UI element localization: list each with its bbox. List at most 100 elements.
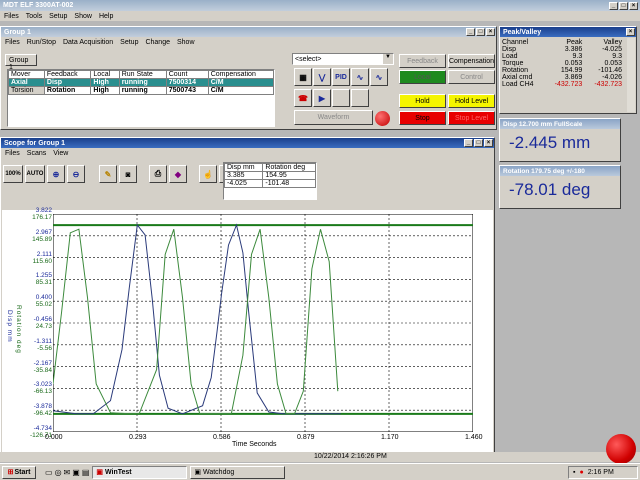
y-tick-label-rotation: 85.31 (35, 279, 52, 287)
stop-button[interactable]: Stop (399, 111, 446, 125)
record-icon[interactable]: ● (579, 469, 583, 476)
col-rotation: Rotation deg (262, 163, 316, 172)
grid-icon[interactable]: ▦ (294, 68, 312, 86)
menu-help[interactable]: Help (99, 13, 113, 20)
cell: 3.385 (223, 171, 264, 180)
zoom-100-button[interactable]: 100% (3, 165, 23, 183)
desktop-icon[interactable]: ▭ (45, 468, 53, 477)
zoom-out-icon[interactable]: ⊖ (67, 165, 85, 183)
close-icon[interactable]: × (626, 28, 635, 36)
maximize-icon[interactable]: □ (476, 28, 485, 36)
outlook-icon[interactable]: ✉ (64, 468, 71, 477)
menu-files[interactable]: Files (5, 150, 20, 157)
cursor-hand-icon[interactable]: ☝ (199, 165, 217, 183)
hold-button[interactable]: Hold (399, 94, 446, 108)
emergency-stop-button[interactable] (606, 434, 636, 464)
cell: 3.386 (564, 46, 583, 53)
y-tick-label-disp: -3.878 (33, 403, 52, 411)
plot-panel: Disp mm Rotation deg 3.822 176.17 2.967 145… (2, 207, 493, 458)
x-axis-label: Time Seconds (232, 441, 277, 448)
triangle-wave-icon[interactable]: ⋁ (313, 68, 331, 86)
col-mover[interactable]: Mover (8, 70, 45, 79)
menu-show[interactable]: Show (74, 13, 92, 20)
minimize-icon[interactable]: _ (466, 28, 475, 36)
col-peak: Peak (566, 39, 583, 46)
cell: 154.99 (560, 67, 583, 74)
local-button[interactable]: Local (399, 70, 446, 84)
minimize-icon[interactable]: _ (609, 1, 618, 10)
waveform-button[interactable]: Waveform (294, 110, 373, 125)
maximize-icon[interactable]: □ (619, 1, 628, 10)
menu-scans[interactable]: Scans (27, 150, 46, 157)
table-row[interactable]: Torsion Rotation High running 7500743 C/… (8, 86, 275, 95)
menu-show[interactable]: Show (177, 39, 195, 46)
col-feedback[interactable]: Feedback (43, 70, 92, 79)
stop-circle-icon[interactable] (375, 111, 390, 126)
minimize-icon[interactable]: _ (464, 139, 473, 147)
y-tick-label-rotation: -35.84 (33, 366, 52, 374)
close-icon[interactable]: × (629, 1, 638, 10)
print-icon[interactable]: ⎙ (149, 165, 167, 183)
feedback-button[interactable]: Feedback (399, 54, 446, 68)
zoom-in-icon[interactable]: ⊕ (47, 165, 65, 183)
waveform-select[interactable]: <select> ▼ (292, 53, 394, 65)
auto-scale-button[interactable]: AUTO (25, 165, 45, 183)
tab-group-1[interactable]: Group 1 (5, 54, 37, 71)
network-icon[interactable]: ▪ (573, 469, 575, 476)
taskbar-item-watchdog[interactable]: ▣ Watchdog (190, 465, 286, 479)
disabled-icon[interactable] (332, 89, 350, 107)
close-icon[interactable]: × (486, 28, 495, 36)
folder-icon[interactable]: ▣ (72, 468, 80, 477)
stop-level-button[interactable]: Stop Level (448, 111, 495, 125)
cell: -101.46 (598, 67, 622, 74)
col-local[interactable]: Local (90, 70, 120, 79)
y-tick-label-disp: 1.255 (35, 272, 52, 280)
menu-files[interactable]: Files (4, 13, 19, 20)
close-icon[interactable]: × (484, 139, 493, 147)
haversine-wave-icon[interactable]: ∿ (370, 68, 388, 86)
menu-change[interactable]: Change (145, 39, 170, 46)
x-tick-label: 1.170 (381, 434, 399, 441)
chevron-down-icon[interactable]: ▼ (383, 54, 393, 64)
x-tick-label: 0.586 (213, 434, 231, 441)
explorer-icon[interactable]: ◎ (55, 468, 62, 477)
scope-toolbar: 100% AUTO ⊕ ⊖ ✎ ◙ ⎙ ◆ ☝ ▤ (3, 165, 237, 183)
disabled-icon[interactable] (351, 89, 369, 107)
menu-data-acquisition[interactable]: Data Acquisition (63, 39, 113, 46)
taskbar-item-wintest[interactable]: ▣ WinTest (92, 465, 188, 479)
cell: 3.869 (564, 74, 583, 81)
menu-tools[interactable]: Tools (26, 13, 42, 20)
phone-icon[interactable]: ☎ (294, 89, 312, 107)
scope-titlebar: Scope for Group 1 _ □ × (1, 138, 494, 148)
menu-setup[interactable]: Setup (120, 39, 138, 46)
camera-icon[interactable]: ◙ (119, 165, 137, 183)
col-compensation[interactable]: Compensation (207, 70, 275, 79)
col-count[interactable]: Count (165, 70, 209, 79)
y-tick-label-rotation: 55.02 (35, 301, 52, 309)
scope-plot[interactable] (53, 214, 473, 432)
pid-icon[interactable]: PID (332, 68, 350, 86)
hold-level-button[interactable]: Hold Level (448, 94, 495, 108)
compensation-button[interactable]: Compensation (448, 54, 495, 68)
menu-view[interactable]: View (53, 150, 68, 157)
scope-menubar: Files Scans View (1, 148, 494, 158)
play-step-icon[interactable]: ▶ (313, 89, 331, 107)
color-icon[interactable]: ◆ (169, 165, 187, 183)
eraser-icon[interactable]: ✎ (99, 165, 117, 183)
control-button[interactable]: Control (448, 70, 495, 84)
table-row[interactable]: Axial Disp High running 7500314 C/M (8, 78, 275, 87)
col-run-state[interactable]: Run State (118, 70, 167, 79)
menu-setup[interactable]: Setup (49, 13, 67, 20)
scrollbar[interactable] (627, 38, 635, 112)
group-window: Group 1 _ □ × Files Run/Stop Data Acquis… (0, 26, 497, 130)
menu-files[interactable]: Files (5, 39, 20, 46)
maximize-icon[interactable]: □ (474, 139, 483, 147)
app-icon[interactable]: ▤ (82, 468, 90, 477)
group-titlebar: Group 1 _ □ × (1, 27, 496, 37)
rotation-readout-window: Rotation 179.75 deg +/-180 -78.01 deg (499, 165, 621, 209)
start-button[interactable]: ⊞ Start (2, 465, 36, 479)
y-tick-label-disp: -3.023 (33, 381, 52, 389)
sine-wave-icon[interactable]: ∿ (351, 68, 369, 86)
menu-run-stop[interactable]: Run/Stop (27, 39, 56, 46)
